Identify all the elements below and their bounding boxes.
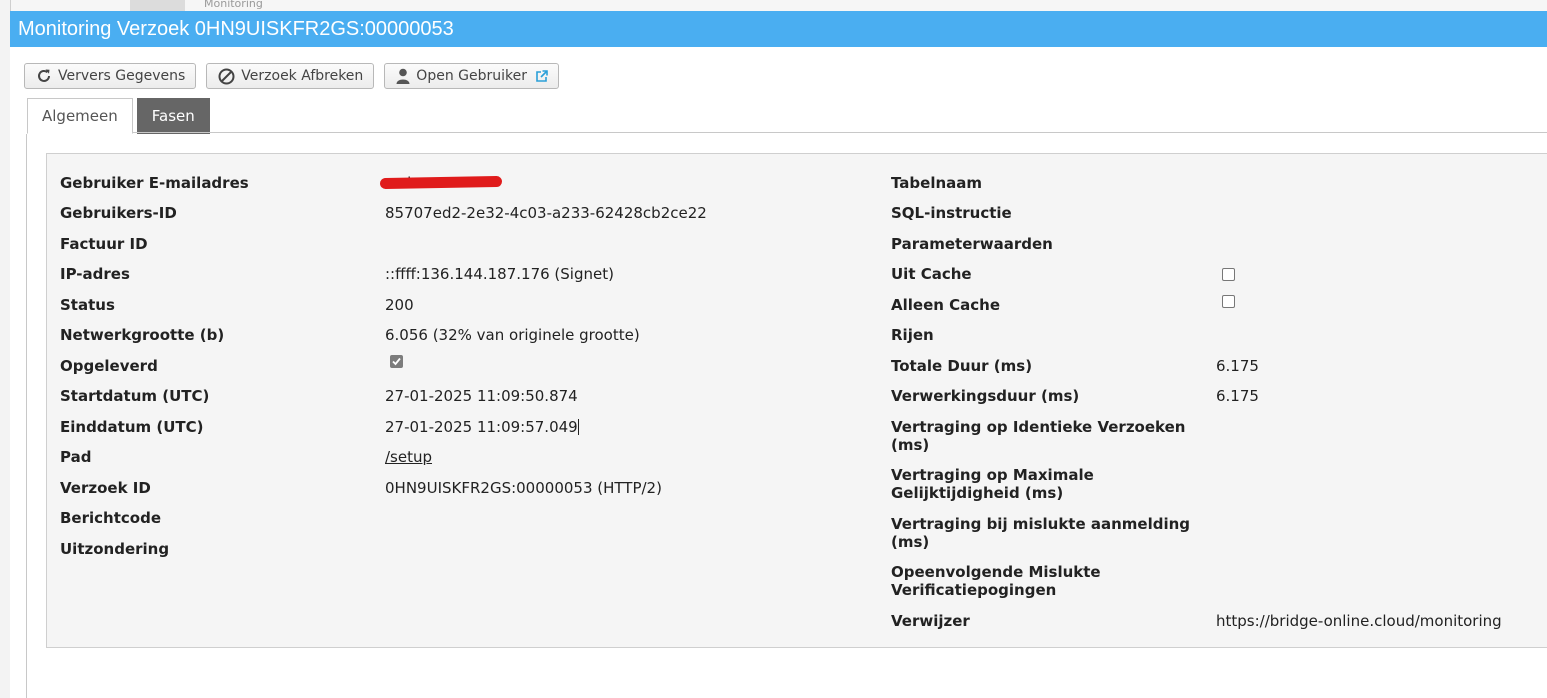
tab-general[interactable]: Algemeen xyxy=(27,98,133,134)
delay-identical-label: Vertraging op Identieke Verzoeken (ms) xyxy=(891,418,1185,454)
sql-label: SQL-instructie xyxy=(891,204,1012,222)
delivered-checkbox[interactable] xyxy=(390,355,403,368)
refresh-button[interactable]: Ververs Gegevens xyxy=(24,63,197,89)
path-link[interactable]: /setup xyxy=(385,448,432,466)
text-cursor xyxy=(577,419,579,435)
total-duration-label: Totale Duur (ms) xyxy=(891,357,1033,375)
background-breadcrumb: Monitoring xyxy=(204,0,263,10)
invoice-id-label: Factuur ID xyxy=(60,235,148,253)
rows-label: Rijen xyxy=(891,326,934,344)
message-code-label: Berichtcode xyxy=(60,509,161,527)
total-duration-value: 6.175 xyxy=(1216,357,1259,375)
cache-only-label: Alleen Cache xyxy=(891,296,1001,314)
delay-concurrency-label-line1: Vertraging op Maximale xyxy=(891,466,1094,484)
path-field: /setup xyxy=(385,448,432,466)
tab-content-border xyxy=(26,134,27,698)
path-label: Pad xyxy=(60,448,92,466)
details-panel xyxy=(46,153,1547,648)
table-name-label: Tabelnaam xyxy=(891,174,983,192)
end-date-label: Einddatum (UTC) xyxy=(60,418,204,436)
delay-identical-label-line1: Vertraging op Identieke Verzoeken xyxy=(891,418,1186,436)
user-id-label: Gebruikers-ID xyxy=(60,204,177,222)
refresh-icon xyxy=(38,69,50,82)
open-user-button[interactable]: Open Gebruiker xyxy=(384,63,559,89)
exception-label: Uitzondering xyxy=(60,540,170,558)
status-value: 200 xyxy=(385,296,414,314)
status-label: Status xyxy=(60,296,115,314)
delivered-label: Opgeleverd xyxy=(60,357,158,375)
failed-verifications-label: Opeenvolgende Mislukte Verificatiepoging… xyxy=(891,563,1101,599)
request-id-value: 0HN9UISKFR2GS:00000053 (HTTP/2) xyxy=(385,479,662,497)
request-id-label: Verzoek ID xyxy=(60,479,151,497)
start-date-value: 27-01-2025 11:09:50.874 xyxy=(385,387,578,405)
email-label: Gebruiker E-mailadres xyxy=(60,174,249,192)
checkmark-icon xyxy=(392,357,401,366)
start-date-label: Startdatum (UTC) xyxy=(60,387,210,405)
delay-failed-login-label: Vertraging bij mislukte aanmelding (ms) xyxy=(891,515,1190,551)
delay-failed-login-label-line2: (ms) xyxy=(891,533,930,551)
ip-address-label: IP-adres xyxy=(60,265,130,283)
cache-only-checkbox[interactable] xyxy=(1222,295,1235,308)
delay-identical-label-line2: (ms) xyxy=(891,436,930,454)
failed-verifications-label-line2: Verificatiepogingen xyxy=(891,581,1057,599)
end-date-field: 27-01-2025 11:09:57.049 xyxy=(385,418,579,436)
end-date-value: 27-01-2025 11:09:57.049 xyxy=(385,418,578,436)
delay-concurrency-label: Vertraging op Maximale Gelijktijdigheid … xyxy=(891,466,1094,502)
referrer-label: Verwijzer xyxy=(891,612,970,630)
redaction-mark xyxy=(379,175,503,190)
external-link-icon xyxy=(536,69,548,82)
failed-verifications-label-line1: Opeenvolgende Mislukte xyxy=(891,563,1101,581)
monitoring-request-dialog: Monitoring Verzoek 0HN9UISKFR2GS:0000005… xyxy=(10,11,1547,698)
ip-address-value: ::ffff:136.144.187.176 (Signet) xyxy=(385,265,614,283)
delay-failed-login-label-line1: Vertraging bij mislukte aanmelding xyxy=(891,515,1191,533)
network-size-value: 6.056 (32% van originele grootte) xyxy=(385,326,640,344)
dialog-tabs: Algemeen Fasen xyxy=(27,98,210,134)
user-icon xyxy=(396,68,410,84)
dialog-toolbar: Ververs Gegevens Verzoek Afbreken Open G… xyxy=(24,63,559,89)
background-collapse-button xyxy=(130,0,185,11)
from-cache-checkbox[interactable] xyxy=(1222,268,1235,281)
from-cache-label: Uit Cache xyxy=(891,265,972,283)
user-id-value: 85707ed2-2e32-4c03-a233-62428cb2ce22 xyxy=(385,204,707,222)
processing-duration-value: 6.175 xyxy=(1216,387,1259,405)
tab-phases[interactable]: Fasen xyxy=(136,98,210,134)
delay-concurrency-label-line2: Gelijktijdigheid (ms) xyxy=(891,484,1064,502)
abort-request-button[interactable]: Verzoek Afbreken xyxy=(206,63,375,89)
referrer-value: https://bridge-online.cloud/monitoring xyxy=(1216,612,1502,630)
ban-icon xyxy=(218,68,235,84)
dialog-title: Monitoring Verzoek 0HN9UISKFR2GS:0000005… xyxy=(10,11,1547,47)
refresh-button-label: Ververs Gegevens xyxy=(58,68,186,84)
network-size-label: Netwerkgrootte (b) xyxy=(60,326,225,344)
parameters-label: Parameterwaarden xyxy=(891,235,1053,253)
tab-divider xyxy=(132,132,1547,133)
processing-duration-label: Verwerkingsduur (ms) xyxy=(891,387,1080,405)
open-user-label: Open Gebruiker xyxy=(416,68,527,84)
abort-request-label: Verzoek Afbreken xyxy=(241,68,364,84)
